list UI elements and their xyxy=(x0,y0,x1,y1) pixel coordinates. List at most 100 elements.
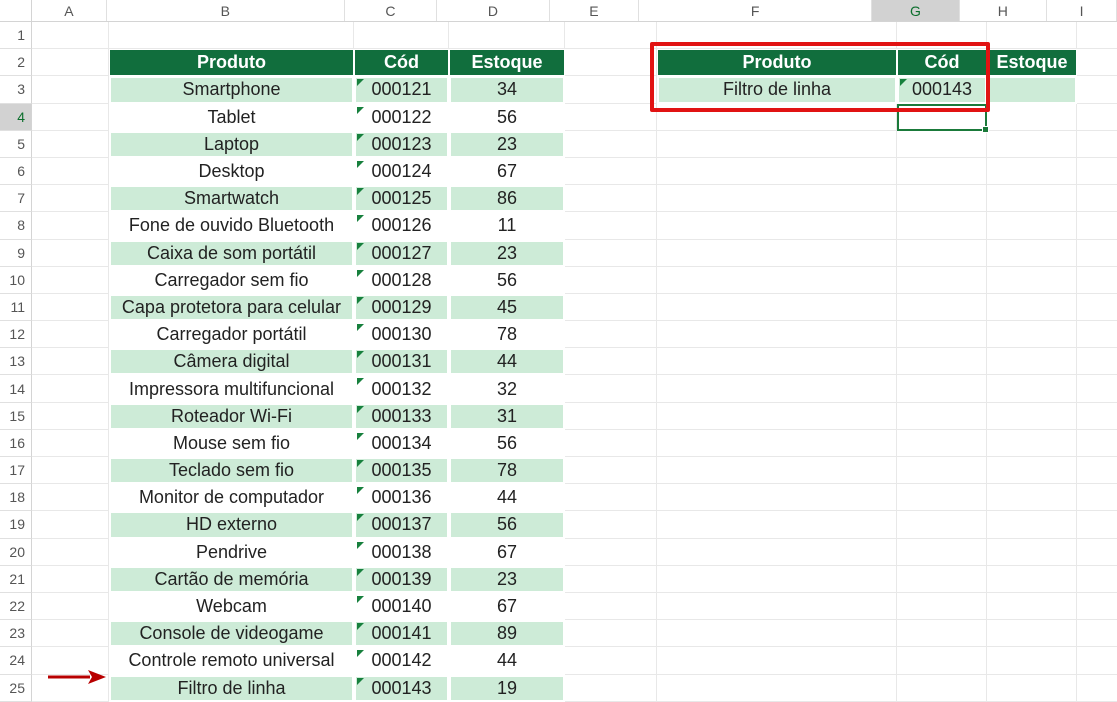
cell[interactable] xyxy=(1077,647,1117,674)
cell[interactable] xyxy=(32,593,109,620)
cell[interactable] xyxy=(1077,321,1117,348)
cell[interactable] xyxy=(565,348,657,375)
cell[interactable] xyxy=(1077,348,1117,375)
table1-produto[interactable]: Câmera digital xyxy=(109,348,354,375)
cell[interactable] xyxy=(109,22,354,49)
cell[interactable] xyxy=(449,22,565,49)
cell[interactable] xyxy=(32,76,109,103)
row-header[interactable]: 8 xyxy=(0,212,32,239)
table1-estoque[interactable]: 34 xyxy=(449,76,565,103)
table1-cod[interactable]: 000132 xyxy=(354,375,449,402)
cell[interactable] xyxy=(32,267,109,294)
table1-produto[interactable]: Capa protetora para celular xyxy=(109,294,354,321)
cell[interactable] xyxy=(987,593,1077,620)
cell[interactable] xyxy=(32,49,109,76)
cell[interactable] xyxy=(1077,620,1117,647)
cell[interactable] xyxy=(897,430,987,457)
cell[interactable] xyxy=(657,131,897,158)
cell[interactable] xyxy=(897,539,987,566)
cell[interactable] xyxy=(565,593,657,620)
cell[interactable] xyxy=(897,131,987,158)
table1-estoque[interactable]: 45 xyxy=(449,294,565,321)
col-header-g[interactable]: G xyxy=(872,0,959,21)
cell[interactable] xyxy=(897,375,987,402)
row-header[interactable]: 2 xyxy=(0,49,32,76)
row-header[interactable]: 5 xyxy=(0,131,32,158)
table1-produto[interactable]: Mouse sem fio xyxy=(109,430,354,457)
cell[interactable] xyxy=(897,457,987,484)
cell[interactable] xyxy=(987,566,1077,593)
row-header[interactable]: 13 xyxy=(0,348,32,375)
table1-estoque[interactable]: 56 xyxy=(449,511,565,538)
cell-grid[interactable]: ProdutoCódEstoqueProdutoCódEstoqueSmartp… xyxy=(32,22,1117,702)
table1-cod[interactable]: 000135 xyxy=(354,457,449,484)
table2-header[interactable]: Estoque xyxy=(987,49,1077,76)
table1-estoque[interactable]: 78 xyxy=(449,457,565,484)
cell[interactable] xyxy=(1077,240,1117,267)
table1-cod[interactable]: 000133 xyxy=(354,403,449,430)
table1-estoque[interactable]: 11 xyxy=(449,212,565,239)
cell[interactable] xyxy=(987,675,1077,702)
table1-estoque[interactable]: 31 xyxy=(449,403,565,430)
cell[interactable] xyxy=(897,267,987,294)
row-header[interactable]: 23 xyxy=(0,620,32,647)
table1-estoque[interactable]: 19 xyxy=(449,675,565,702)
cell[interactable] xyxy=(987,430,1077,457)
spreadsheet-area[interactable]: A B C D E F G H I 1234567891011121314151… xyxy=(0,0,1117,684)
row-header[interactable]: 21 xyxy=(0,566,32,593)
table1-cod[interactable]: 000125 xyxy=(354,185,449,212)
table1-produto[interactable]: HD externo xyxy=(109,511,354,538)
cell[interactable] xyxy=(897,566,987,593)
cell[interactable] xyxy=(657,185,897,212)
cell[interactable] xyxy=(897,348,987,375)
table1-cod[interactable]: 000140 xyxy=(354,593,449,620)
cell[interactable] xyxy=(1077,267,1117,294)
cell[interactable] xyxy=(32,348,109,375)
col-header-a[interactable]: A xyxy=(32,0,107,21)
cell[interactable] xyxy=(32,240,109,267)
cell[interactable] xyxy=(987,375,1077,402)
table1-produto[interactable]: Impressora multifuncional xyxy=(109,375,354,402)
table1-header[interactable]: Estoque xyxy=(449,49,565,76)
table1-cod[interactable]: 000136 xyxy=(354,484,449,511)
cell[interactable] xyxy=(32,484,109,511)
col-header-d[interactable]: D xyxy=(437,0,550,21)
cell[interactable] xyxy=(32,620,109,647)
cell[interactable] xyxy=(1077,484,1117,511)
cell[interactable] xyxy=(897,511,987,538)
cell[interactable] xyxy=(657,158,897,185)
cell[interactable] xyxy=(897,158,987,185)
cell[interactable] xyxy=(987,267,1077,294)
table1-produto[interactable]: Carregador sem fio xyxy=(109,267,354,294)
cell[interactable] xyxy=(897,294,987,321)
cell[interactable] xyxy=(657,511,897,538)
table1-header[interactable]: Produto xyxy=(109,49,354,76)
cell[interactable] xyxy=(987,457,1077,484)
cell[interactable] xyxy=(657,375,897,402)
cell[interactable] xyxy=(987,348,1077,375)
cell[interactable] xyxy=(987,620,1077,647)
col-header-c[interactable]: C xyxy=(345,0,437,21)
cell[interactable] xyxy=(1077,49,1117,76)
cell[interactable] xyxy=(657,430,897,457)
cell[interactable] xyxy=(657,620,897,647)
cell[interactable] xyxy=(32,403,109,430)
table1-estoque[interactable]: 23 xyxy=(449,566,565,593)
row-header[interactable]: 1 xyxy=(0,22,32,49)
table2-produto[interactable]: Filtro de linha xyxy=(657,76,897,103)
table1-produto[interactable]: Carregador portátil xyxy=(109,321,354,348)
table1-estoque[interactable]: 56 xyxy=(449,430,565,457)
table1-cod[interactable]: 000128 xyxy=(354,267,449,294)
table1-estoque[interactable]: 56 xyxy=(449,267,565,294)
cell[interactable] xyxy=(657,104,897,131)
table1-produto[interactable]: Teclado sem fio xyxy=(109,457,354,484)
table1-estoque[interactable]: 23 xyxy=(449,131,565,158)
row-header[interactable]: 17 xyxy=(0,457,32,484)
table1-produto[interactable]: Fone de ouvido Bluetooth xyxy=(109,212,354,239)
cell[interactable] xyxy=(657,22,897,49)
cell[interactable] xyxy=(657,593,897,620)
cell[interactable] xyxy=(987,539,1077,566)
table1-produto[interactable]: Controle remoto universal xyxy=(109,647,354,674)
select-all-corner[interactable] xyxy=(0,0,32,22)
cell[interactable] xyxy=(1077,375,1117,402)
